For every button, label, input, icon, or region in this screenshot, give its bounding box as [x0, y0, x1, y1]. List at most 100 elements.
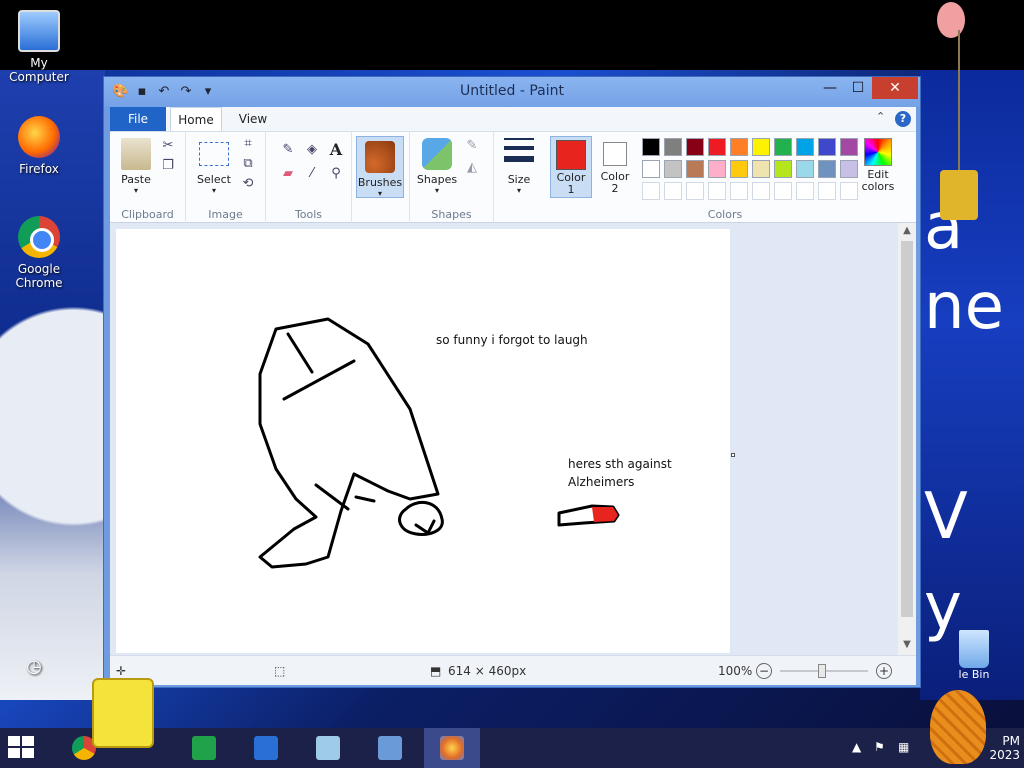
tab-file[interactable]: File [110, 107, 166, 131]
start-button[interactable] [8, 736, 36, 760]
color-swatch[interactable] [664, 182, 682, 200]
brushes-button[interactable]: Brushes ▾ [356, 136, 404, 198]
close-button[interactable]: ✕ [872, 77, 918, 99]
collapse-ribbon-icon[interactable]: ⌃ [876, 110, 885, 123]
color-swatch[interactable] [642, 160, 660, 178]
help-icon[interactable]: ? [895, 111, 911, 127]
paste-button[interactable]: Paste ▾ [116, 138, 156, 195]
desktop-icon-my-computer[interactable]: My Computer [2, 10, 76, 84]
resize-icon[interactable]: ⧉ [240, 156, 256, 172]
color-picker-icon[interactable]: ⁄ [304, 166, 320, 182]
select-button[interactable]: Select ▾ [192, 138, 236, 195]
color-swatch[interactable] [774, 182, 792, 200]
brushes-label: Brushes [357, 176, 403, 189]
taskbar-app-2[interactable] [238, 728, 294, 768]
color-swatch[interactable] [752, 160, 770, 178]
size-button[interactable]: Size ▾ [498, 138, 540, 195]
color2-label: Color 2 [600, 170, 630, 195]
clock[interactable]: PM 2023 [984, 734, 1020, 762]
edit-colors-button[interactable]: Edit colors [856, 138, 900, 193]
zoom-level: 100% [718, 664, 753, 678]
taskbar-store[interactable] [176, 728, 232, 768]
desktop-icon-recycle-bin[interactable]: le Bin [952, 630, 996, 681]
copy-icon[interactable]: ❐ [160, 158, 176, 174]
outline-icon[interactable]: ✎ [464, 138, 480, 154]
color-swatch[interactable] [686, 182, 704, 200]
window-title: Untitled - Paint [460, 83, 564, 99]
color-swatch[interactable] [664, 160, 682, 178]
tray-expand-icon[interactable]: ▲ [852, 740, 861, 754]
color-swatch[interactable] [752, 138, 770, 156]
eraser-icon[interactable]: ▰ [280, 166, 296, 182]
pineapple-house-icon [930, 690, 986, 764]
resize-handle[interactable] [731, 453, 735, 457]
tab-home[interactable]: Home [170, 107, 222, 131]
color-swatch[interactable] [708, 138, 726, 156]
wallpaper-text: ne [924, 270, 1004, 344]
taskbar-app-4[interactable] [362, 728, 418, 768]
text-tool-icon[interactable]: A [328, 142, 344, 158]
color-swatch[interactable] [686, 138, 704, 156]
desktop-icon-label: Firefox [19, 162, 59, 176]
network-icon[interactable]: ▦ [898, 740, 909, 754]
pencil-icon[interactable]: ✎ [280, 142, 296, 158]
color2-button[interactable]: Color 2 [594, 136, 636, 198]
canvas-text-alzheimers: heres sth against Alzheimers [568, 457, 672, 489]
fill-shape-icon[interactable]: ◭ [464, 160, 480, 176]
color-swatch[interactable] [774, 160, 792, 178]
cut-icon[interactable]: ✂ [160, 138, 176, 154]
group-label: Clipboard [121, 208, 174, 221]
vertical-scrollbar[interactable]: ▲ ▼ [898, 223, 916, 655]
taskbar-paint[interactable] [424, 728, 480, 768]
minimize-button[interactable]: — [816, 77, 844, 99]
power-icon[interactable]: ◷ [14, 656, 54, 677]
color1-label: Color 1 [556, 171, 586, 196]
rotate-icon[interactable]: ⟲ [240, 176, 256, 192]
color-swatch[interactable] [642, 182, 660, 200]
group-clipboard: Paste ▾ ✂ ❐ Clipboard [110, 132, 186, 224]
magnifier-icon[interactable]: ⚲ [328, 166, 344, 182]
maximize-button[interactable]: ☐ [844, 77, 872, 99]
color-swatch[interactable] [796, 160, 814, 178]
drawing-canvas[interactable]: so funny i forgot to laugh heres sth aga… [116, 229, 730, 653]
color-swatch[interactable] [642, 138, 660, 156]
scroll-up-icon[interactable]: ▲ [898, 225, 916, 236]
clipboard-icon [121, 138, 151, 170]
desktop-icon-google-chrome[interactable]: Google Chrome [2, 216, 76, 290]
color-swatch[interactable] [796, 182, 814, 200]
color-swatch[interactable] [730, 138, 748, 156]
zoom-in-button[interactable]: + [876, 663, 892, 679]
taskbar-app-3[interactable] [300, 728, 356, 768]
flag-icon[interactable]: ⚑ [874, 740, 885, 754]
paint-window: 🎨 ▪ ↶ ↷ ▾ Untitled - Paint — ☐ ✕ File Ho… [103, 76, 921, 688]
color-swatch[interactable] [818, 138, 836, 156]
group-label: Tools [294, 208, 323, 221]
color-swatch[interactable] [664, 138, 682, 156]
tab-view[interactable]: View [230, 107, 276, 131]
zoom-out-button[interactable]: − [756, 663, 772, 679]
color-swatch[interactable] [818, 160, 836, 178]
color-swatch[interactable] [730, 182, 748, 200]
desktop-icon-firefox[interactable]: Firefox [2, 116, 76, 176]
color-swatch[interactable] [730, 160, 748, 178]
drawing-strokes [258, 317, 620, 569]
color-swatch[interactable] [708, 160, 726, 178]
scroll-thumb[interactable] [901, 241, 913, 617]
color2-swatch [603, 142, 627, 166]
color-swatch[interactable] [774, 138, 792, 156]
clock-time: PM [1002, 734, 1020, 748]
chrome-icon [18, 216, 60, 258]
color-swatch[interactable] [686, 160, 704, 178]
color-swatch[interactable] [796, 138, 814, 156]
shapes-button[interactable]: Shapes ▾ [414, 138, 460, 195]
color-swatch[interactable] [708, 182, 726, 200]
crop-icon[interactable]: ⌗ [240, 136, 256, 152]
color1-button[interactable]: Color 1 [550, 136, 592, 198]
zoom-slider-thumb[interactable] [818, 664, 826, 678]
title-bar[interactable]: 🎨 ▪ ↶ ↷ ▾ Untitled - Paint — ☐ ✕ [104, 77, 920, 107]
color-swatch[interactable] [752, 182, 770, 200]
fill-icon[interactable]: ◈ [304, 142, 320, 158]
color-swatch[interactable] [818, 182, 836, 200]
scroll-down-icon[interactable]: ▼ [898, 639, 916, 650]
chevron-down-icon: ▾ [434, 186, 439, 195]
